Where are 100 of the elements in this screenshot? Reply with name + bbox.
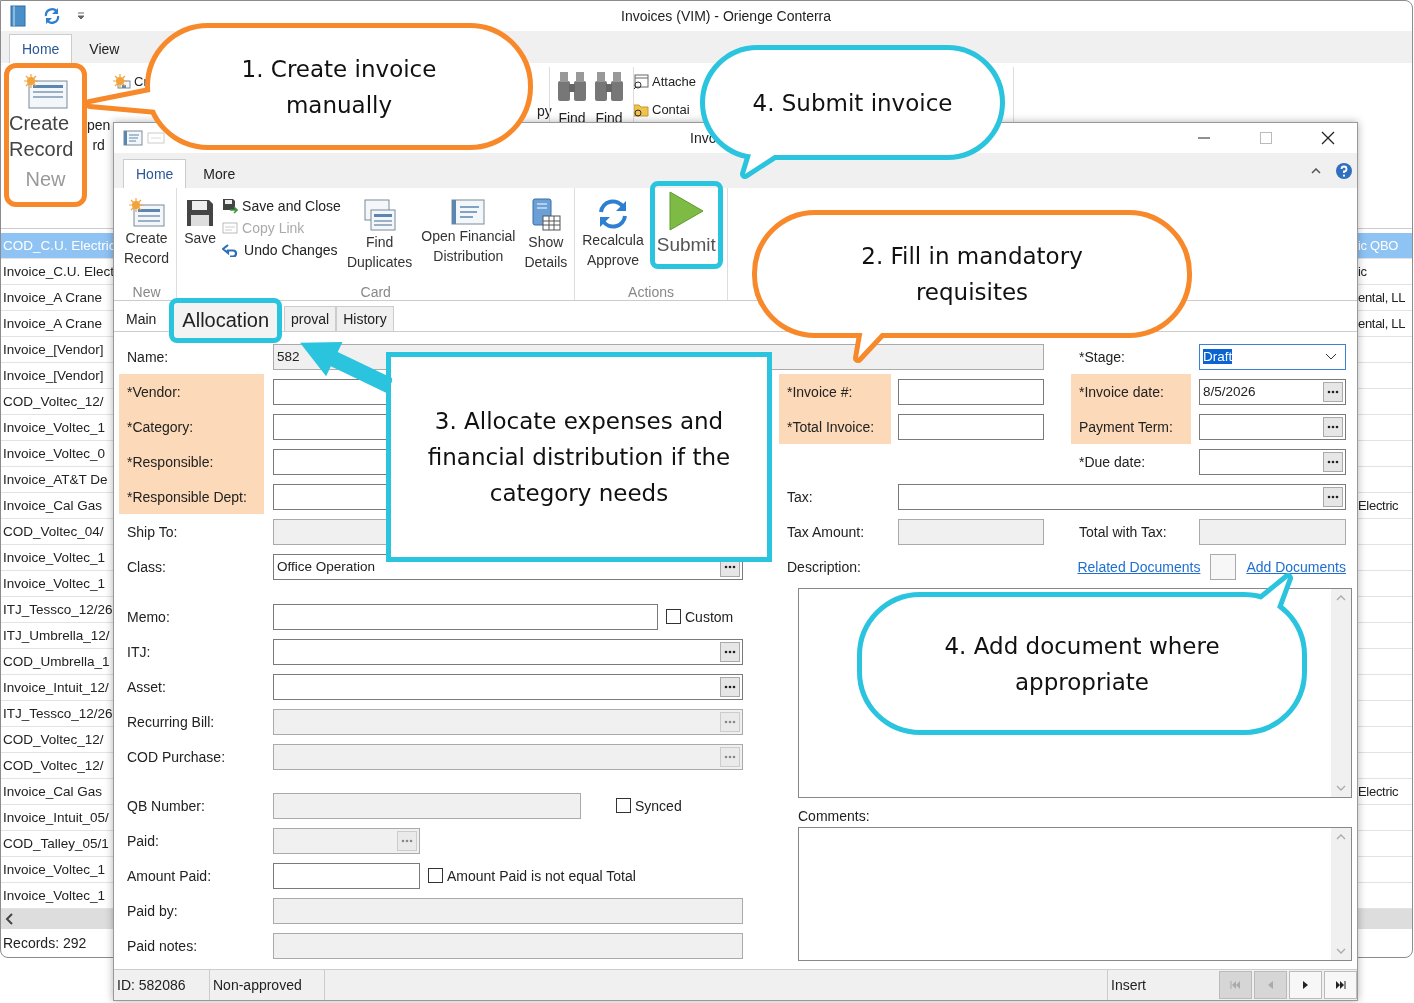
ribbon-tab[interactable]: Home: [123, 159, 187, 188]
tab[interactable]: proval: [284, 306, 337, 331]
input-field[interactable]: [1199, 448, 1346, 475]
tab[interactable]: Allocation: [169, 298, 283, 343]
ribbon-button[interactable]: Attache: [652, 72, 697, 91]
input-field[interactable]: [273, 792, 581, 819]
lookup-button[interactable]: [1323, 381, 1343, 402]
table-cell[interactable]: Invoice_[Vendor]: [1, 363, 113, 389]
table-cell[interactable]: Invoice_Voltec_1: [1, 545, 113, 571]
input-field[interactable]: [273, 673, 743, 700]
ellipsis-icon: [1327, 459, 1339, 464]
lookup-button[interactable]: [1323, 416, 1343, 437]
edit-mode: Insert: [1107, 970, 1217, 1000]
ribbon-button[interactable]: Save and Close: [222, 198, 341, 214]
table-cell[interactable]: Invoice_Voltec_1: [1, 883, 113, 909]
group-label: New: [131, 284, 162, 300]
ribbon-button[interactable]: Contai: [652, 100, 690, 119]
ribbon-button-label[interactable]: rd: [92, 134, 105, 155]
table-cell[interactable]: Invoice_Intuit_12/: [1, 675, 113, 701]
ribbon-button-label[interactable]: pen: [87, 114, 111, 135]
tab[interactable]: History: [336, 306, 394, 331]
link[interactable]: Add Documents: [1246, 558, 1346, 575]
input-field[interactable]: [273, 932, 743, 959]
field-label: Comments:: [798, 808, 871, 824]
table-cell[interactable]: Invoice_Intuit_05/: [1, 805, 113, 831]
table-cell[interactable]: Invoice_AT&T De: [1, 467, 113, 493]
table-cell[interactable]: COD_Voltec_12/: [1, 753, 113, 779]
input-field[interactable]: [273, 897, 743, 924]
lookup-button[interactable]: [1323, 451, 1343, 472]
checkbox-label: Amount Paid is not equal Total: [447, 867, 636, 884]
input-field[interactable]: [273, 708, 743, 735]
scrollbar[interactable]: [1331, 589, 1351, 797]
field-label: Recurring Bill:: [126, 712, 216, 732]
table-cell[interactable]: Invoice_Voltec_0: [1, 441, 113, 467]
help-icon: [1335, 161, 1353, 180]
table-cell[interactable]: ental, LL: [1358, 311, 1412, 337]
table-cell[interactable]: COD_Talley_05/1: [1, 831, 113, 857]
ellipsis-icon: [1327, 389, 1339, 394]
input-field[interactable]: [898, 483, 1346, 510]
ribbon-button[interactable]: Submit: [649, 181, 723, 269]
input-field[interactable]: [273, 638, 743, 665]
chevron-down-icon: [1325, 352, 1337, 361]
ribbon-button[interactable]: Find Duplicates: [343, 194, 416, 276]
table-cell[interactable]: Invoice_A Crane: [1, 285, 113, 311]
table-cell[interactable]: ITJ_Tessco_12/26: [1, 701, 113, 727]
ribbon-button[interactable]: Create Record: [121, 194, 173, 272]
scrollbar[interactable]: [1331, 828, 1351, 960]
table-cell[interactable]: Invoice_Cal Gas: [1, 779, 113, 805]
input-field[interactable]: [273, 827, 420, 854]
lookup-button[interactable]: [720, 641, 740, 662]
input-field[interactable]: [898, 413, 1044, 440]
table-cell[interactable]: ITJ_Umbrella_12/: [1, 623, 113, 649]
table-cell[interactable]: Invoice_[Vendor]: [1, 337, 113, 363]
description-area[interactable]: [798, 588, 1352, 798]
ribbon-tab[interactable]: View: [76, 33, 133, 63]
ribbon-button[interactable]: Undo Changes: [222, 242, 341, 258]
checkbox[interactable]: [616, 798, 631, 813]
table-cell[interactable]: ITJ_Tessco_12/26: [1, 597, 113, 623]
link[interactable]: Related Documents: [1077, 558, 1201, 575]
table-cell[interactable]: Invoice_Voltec_1: [1, 857, 113, 883]
input-field[interactable]: 8/5/2026: [1199, 378, 1346, 405]
ribbon-tab[interactable]: Home: [9, 33, 73, 63]
table-cell[interactable]: COD_Voltec_04/: [1, 519, 113, 545]
table-cell[interactable]: ental, LL: [1358, 285, 1412, 311]
field-label: *Invoice #:: [779, 374, 891, 409]
ribbon-button[interactable]: Recalcula Approve: [579, 194, 647, 274]
table-cell[interactable]: COD_Voltec_12/: [1, 389, 113, 415]
table-cell[interactable]: COD_Voltec_12/: [1, 727, 113, 753]
table-cell[interactable]: Electric: [1358, 779, 1412, 805]
input-field[interactable]: [1199, 518, 1346, 545]
checkbox[interactable]: [428, 868, 443, 883]
refresh-icon: [596, 198, 630, 230]
table-cell[interactable]: Invoice_Voltec_1: [1, 571, 113, 597]
table-cell[interactable]: Invoice_Cal Gas: [1, 493, 113, 519]
lookup-button[interactable]: [720, 676, 740, 697]
ribbon-button[interactable]: Create Record: [9, 109, 82, 162]
ribbon-button[interactable]: Save: [181, 194, 220, 252]
table-cell[interactable]: Invoice_Voltec_1: [1, 415, 113, 441]
input-field[interactable]: [273, 743, 743, 770]
field-label: Name:: [126, 347, 170, 367]
table-cell[interactable]: ic: [1358, 259, 1412, 285]
ribbon-button[interactable]: Open Financial Distribution: [418, 194, 519, 270]
input-field[interactable]: [273, 603, 658, 630]
navigation-button[interactable]: [1324, 971, 1357, 999]
lookup-button[interactable]: [1323, 486, 1343, 507]
table-cell[interactable]: COD_Umbrella_1: [1, 649, 113, 675]
table-cell[interactable]: Invoice_C.U. Elect: [1, 259, 113, 285]
table-cell[interactable]: Electric: [1358, 493, 1412, 519]
ribbon-tab[interactable]: More: [190, 159, 249, 188]
ribbon-button[interactable]: Show Details: [521, 194, 571, 276]
group-label: Card: [359, 284, 392, 300]
input-field[interactable]: [1199, 413, 1346, 440]
input-field[interactable]: [898, 518, 1044, 545]
table-cell[interactable]: Invoice_A Crane: [1, 311, 113, 337]
input-field[interactable]: [898, 378, 1044, 405]
dropdown[interactable]: Draft: [1199, 343, 1346, 370]
attachment-box[interactable]: [1210, 553, 1237, 580]
input-field[interactable]: [273, 862, 420, 889]
checkbox[interactable]: [666, 609, 681, 624]
dropdown-arrow-icon: [77, 11, 85, 20]
